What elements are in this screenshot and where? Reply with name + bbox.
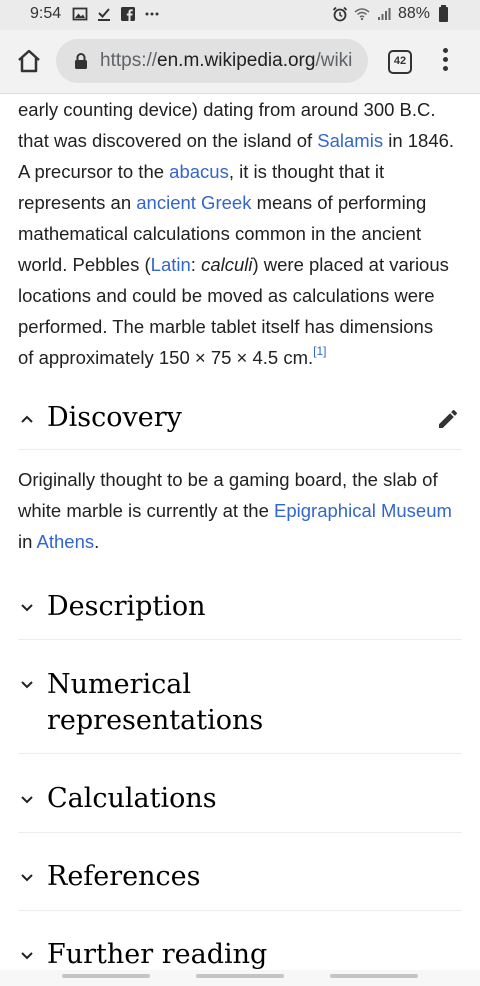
address-bar[interactable]: https://en.m.wikipedia.org/wiki — [56, 39, 368, 83]
text-run: mathematical calculations common in the … — [18, 223, 422, 244]
text-run: : — [190, 254, 202, 275]
citation-link[interactable]: [1] — [313, 343, 327, 368]
download-done-icon — [98, 8, 110, 21]
section-heading-discovery[interactable]: Discovery — [47, 400, 182, 436]
text-run: world. Pebbles ( — [18, 254, 151, 275]
chevron-down-icon — [21, 604, 33, 612]
system-nav-bar — [0, 970, 480, 986]
discovery-content: Originally thought to be a gaming board,… — [18, 464, 462, 557]
text-run: early counting device) dating from aroun… — [18, 99, 436, 120]
text-run: . — [94, 531, 100, 552]
section-heading-calculations: Calculations — [47, 783, 217, 814]
section-heading-numerical-representations: Numerical representations — [47, 667, 263, 739]
wifi-icon — [354, 8, 370, 21]
nav-recent-bar[interactable] — [62, 974, 150, 978]
text-run: Originally thought to be a gaming board,… — [18, 469, 438, 490]
text-run: means of performing — [251, 192, 427, 213]
heading-line: Numerical — [47, 669, 191, 700]
home-icon[interactable] — [16, 48, 42, 74]
chevron-up-icon[interactable] — [20, 412, 34, 426]
url-scheme: https:// — [100, 50, 158, 71]
browser-toolbar: https://en.m.wikipedia.org/wiki 42 — [0, 30, 480, 94]
section-discovery: Discovery — [18, 392, 462, 450]
notification-icons — [72, 6, 160, 22]
text-run: of approximately 150 × 75 × 4.5 cm. — [18, 347, 314, 368]
more-dots-icon — [145, 12, 159, 16]
status-time: 9:54 — [30, 5, 62, 22]
url-host: en.m.wikipedia.org — [157, 50, 316, 71]
link-athens[interactable]: Athens — [37, 531, 95, 552]
text-run: ) were placed at various — [252, 254, 449, 275]
tab-switcher-button[interactable]: 42 — [388, 50, 412, 74]
overflow-menu-icon[interactable] — [441, 48, 449, 74]
edit-pencil-icon[interactable] — [436, 407, 460, 431]
battery-level: 88% — [397, 5, 430, 22]
link-salamis[interactable]: Salamis — [317, 130, 383, 151]
text-run: in 1846. — [383, 130, 455, 151]
text-run-italic: calculi — [201, 254, 253, 275]
facebook-icon — [121, 7, 135, 21]
lock-icon — [75, 53, 87, 69]
section-references[interactable]: References — [18, 849, 462, 911]
image-icon — [72, 7, 88, 21]
text-run: represents an — [18, 192, 137, 213]
text-run: locations and could be moved as calculat… — [18, 285, 435, 306]
citation-sup: [1] — [313, 343, 327, 358]
text-run: that was discovered on the island of — [18, 130, 318, 151]
section-heading-further-reading: Further reading — [47, 939, 268, 970]
article-content: early counting device) dating from aroun… — [18, 94, 462, 373]
text-run: A precursor to the — [18, 161, 170, 182]
text-run: , it is thought that it — [228, 161, 385, 182]
url-path: /wiki — [315, 50, 353, 71]
alarm-icon — [332, 6, 348, 22]
link-abacus[interactable]: abacus — [169, 161, 229, 182]
system-icons: 88% — [332, 4, 448, 23]
section-heading-references: References — [47, 861, 201, 892]
section-heading-description: Description — [47, 591, 206, 622]
status-bar: 9:54 88% — [0, 0, 480, 30]
battery-icon — [439, 4, 448, 22]
chevron-down-icon — [21, 952, 33, 960]
chevron-down-icon — [21, 874, 33, 882]
text-run: white marble is currently at the — [18, 500, 275, 521]
link-epigraphical-museum[interactable]: Epigraphical Museum — [274, 500, 452, 521]
url-text[interactable]: https://en.m.wikipedia.org/wiki — [100, 50, 352, 72]
signal-icon — [377, 8, 391, 20]
article-paragraph: early counting device) dating from aroun… — [18, 94, 462, 373]
link-latin[interactable]: Latin — [151, 254, 191, 275]
nav-back-bar[interactable] — [330, 974, 418, 978]
link-ancient-greek[interactable]: ancient Greek — [136, 192, 251, 213]
text-run: performed. The marble tablet itself has … — [18, 316, 434, 337]
section-further-reading[interactable]: Further reading — [18, 927, 462, 970]
section-numerical-representations[interactable]: Numerical representations — [18, 655, 462, 754]
heading-line: representations — [47, 705, 264, 736]
chevron-down-icon — [21, 681, 33, 689]
text-run: in — [18, 531, 37, 552]
chevron-down-icon — [21, 796, 33, 804]
nav-home-bar[interactable] — [196, 974, 284, 978]
section-description[interactable]: Description — [18, 580, 462, 640]
section-calculations[interactable]: Calculations — [18, 771, 462, 833]
discovery-paragraph: Originally thought to be a gaming board,… — [18, 464, 462, 557]
